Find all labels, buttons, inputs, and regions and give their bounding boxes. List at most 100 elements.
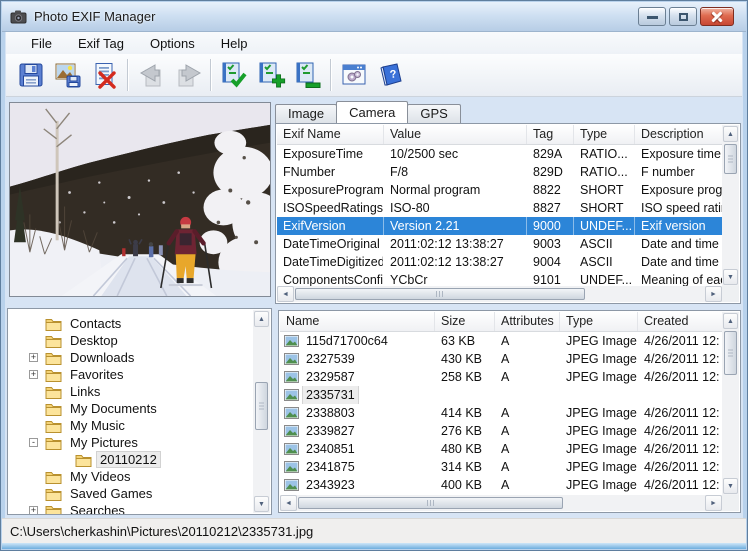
menu-item[interactable]: Help — [210, 34, 259, 53]
file-list-row[interactable]: 2327539 430 KB A JPEG Image 4/26/2011 12… — [280, 350, 724, 368]
exif-tabs: Image Camera GPS — [275, 103, 460, 123]
file-list-row[interactable]: 2329587 258 KB A JPEG Image 4/26/2011 12… — [280, 368, 724, 386]
exif-horizontal-scrollbar[interactable]: ◄ ► — [277, 286, 722, 302]
toolbar-separator — [127, 59, 128, 91]
column-header-description[interactable]: Description — [635, 125, 724, 144]
save-button[interactable] — [12, 56, 49, 94]
file-attributes-cell: A — [495, 404, 560, 422]
file-name: 2341875 — [303, 458, 358, 476]
expand-toggle-icon[interactable]: + — [29, 353, 38, 362]
minimize-button[interactable] — [638, 7, 666, 26]
scrollbar-thumb[interactable] — [298, 497, 563, 509]
tab[interactable]: GPS — [407, 104, 460, 123]
title-bar[interactable]: Photo EXIF Manager — [2, 2, 746, 32]
file-attributes-cell: A — [495, 422, 560, 440]
close-button[interactable] — [700, 7, 734, 26]
scroll-left-button[interactable]: ◄ — [277, 286, 294, 302]
column-header-tag[interactable]: Tag — [527, 125, 574, 144]
tab[interactable]: Image — [275, 104, 337, 123]
tree-item[interactable]: Saved Games — [9, 485, 253, 502]
column-header-value[interactable]: Value — [384, 125, 527, 144]
folder-icon — [45, 317, 62, 331]
exif-table-row[interactable]: ExposureProgram Normal program 8822 SHOR… — [277, 181, 724, 199]
tree-item[interactable]: My Videos — [9, 468, 253, 485]
tree-vertical-scrollbar[interactable]: ▲ ▼ — [253, 310, 270, 513]
maximize-button[interactable] — [669, 7, 697, 26]
scroll-down-button[interactable]: ▼ — [723, 478, 738, 494]
file-list-row[interactable]: 2341875 314 KB A JPEG Image 4/26/2011 12… — [280, 458, 724, 476]
save-image-button[interactable] — [49, 56, 86, 94]
file-name-cell: 2338803 — [280, 404, 435, 422]
column-header-created[interactable]: Created — [638, 312, 724, 331]
file-vertical-scrollbar[interactable]: ▲ ▼ — [722, 312, 739, 495]
scrollbar-thumb[interactable] — [724, 331, 737, 375]
exif-table-row[interactable]: DateTimeDigitized 2011:02:12 13:38:27 90… — [277, 253, 724, 271]
previous-button[interactable] — [132, 56, 169, 94]
file-type-cell: JPEG Image — [560, 458, 638, 476]
expand-toggle-icon[interactable]: + — [29, 506, 38, 515]
tree-item[interactable]: - My Pictures — [9, 434, 253, 451]
tab[interactable]: Camera — [336, 101, 408, 123]
add-tag-button[interactable] — [252, 56, 289, 94]
scroll-down-button[interactable]: ▼ — [254, 496, 269, 512]
expand-toggle-icon[interactable]: - — [29, 438, 38, 447]
exif-table-row[interactable]: ExposureTime 10/2500 sec 829A RATIO... E… — [277, 145, 724, 163]
scroll-right-button[interactable]: ► — [705, 286, 722, 302]
scroll-up-button[interactable]: ▲ — [723, 313, 738, 329]
menu-item[interactable]: Exif Tag — [67, 34, 135, 53]
column-header-type[interactable]: Type — [574, 125, 635, 144]
next-button[interactable] — [169, 56, 206, 94]
file-list-row[interactable]: 2338803 414 KB A JPEG Image 4/26/2011 12… — [280, 404, 724, 422]
tree-item[interactable]: + Searches — [9, 502, 253, 515]
scroll-right-button[interactable]: ► — [705, 495, 722, 511]
column-header-exif-name[interactable]: Exif Name — [277, 125, 384, 144]
scrollbar-thumb[interactable] — [295, 288, 585, 300]
column-header-size[interactable]: Size — [435, 312, 495, 331]
tree-item[interactable]: My Music — [9, 417, 253, 434]
exif-table-row[interactable]: DateTimeOriginal 2011:02:12 13:38:27 900… — [277, 235, 724, 253]
file-horizontal-scrollbar[interactable]: ◄ ► — [280, 495, 722, 511]
help-button[interactable]: ? — [372, 56, 409, 94]
file-list-row[interactable]: 2335731 450 KB A JPEG Image 4/26/2011 12… — [280, 386, 724, 404]
tree-item[interactable]: + Downloads — [9, 349, 253, 366]
column-header-name[interactable]: Name — [280, 312, 435, 331]
file-type-cell: JPEG Image — [560, 350, 638, 368]
exif-vertical-scrollbar[interactable]: ▲ ▼ — [722, 125, 739, 286]
options-button[interactable] — [335, 56, 372, 94]
tree-item[interactable]: My Documents — [9, 400, 253, 417]
expand-toggle-icon[interactable]: + — [29, 370, 38, 379]
jpeg-file-icon — [284, 389, 299, 401]
file-list-row[interactable]: 2343923 400 KB A JPEG Image 4/26/2011 12… — [280, 476, 724, 494]
exif-table-row[interactable]: ExifVersion Version 2.21 9000 UNDEF... E… — [277, 217, 724, 235]
file-list-row[interactable]: 2339827 276 KB A JPEG Image 4/26/2011 12… — [280, 422, 724, 440]
file-list-row[interactable]: 2340851 480 KB A JPEG Image 4/26/2011 12… — [280, 440, 724, 458]
menu-item[interactable]: Options — [139, 34, 206, 53]
scroll-left-button[interactable]: ◄ — [280, 495, 297, 511]
tree-item-label: Desktop — [67, 333, 121, 348]
tree-item[interactable]: Desktop — [9, 332, 253, 349]
file-list-row[interactable]: 115d71700c64 63 KB A JPEG Image 4/26/201… — [280, 332, 724, 350]
tree-item[interactable]: + Favorites — [9, 366, 253, 383]
exif-table-row[interactable]: FNumber F/8 829D RATIO... F number — [277, 163, 724, 181]
column-header-type[interactable]: Type — [560, 312, 638, 331]
check-tags-button[interactable] — [215, 56, 252, 94]
menu-item[interactable]: File — [20, 34, 63, 53]
scroll-up-button[interactable]: ▲ — [723, 126, 738, 142]
delete-exif-list-button[interactable] — [86, 56, 123, 94]
exif-name-cell: FNumber — [277, 163, 384, 181]
scrollbar-thumb[interactable] — [255, 382, 268, 430]
remove-tag-button[interactable] — [289, 56, 326, 94]
film-remove-icon — [293, 60, 323, 90]
exif-rows: ExposureTime 10/2500 sec 829A RATIO... E… — [277, 145, 724, 289]
scroll-up-button[interactable]: ▲ — [254, 311, 269, 327]
photo-preview[interactable] — [10, 103, 270, 296]
scroll-down-button[interactable]: ▼ — [723, 269, 738, 285]
tree-item[interactable]: 20110212 — [9, 451, 253, 468]
tree-item[interactable]: Contacts — [9, 315, 253, 332]
tree-item[interactable]: Links — [9, 383, 253, 400]
column-header-attributes[interactable]: Attributes — [495, 312, 560, 331]
exif-table-row[interactable]: ISOSpeedRatings ISO-80 8827 SHORT ISO sp… — [277, 199, 724, 217]
tree-item-label: Links — [67, 384, 103, 399]
scrollbar-thumb[interactable] — [724, 144, 737, 174]
file-name-cell: 2339827 — [280, 422, 435, 440]
